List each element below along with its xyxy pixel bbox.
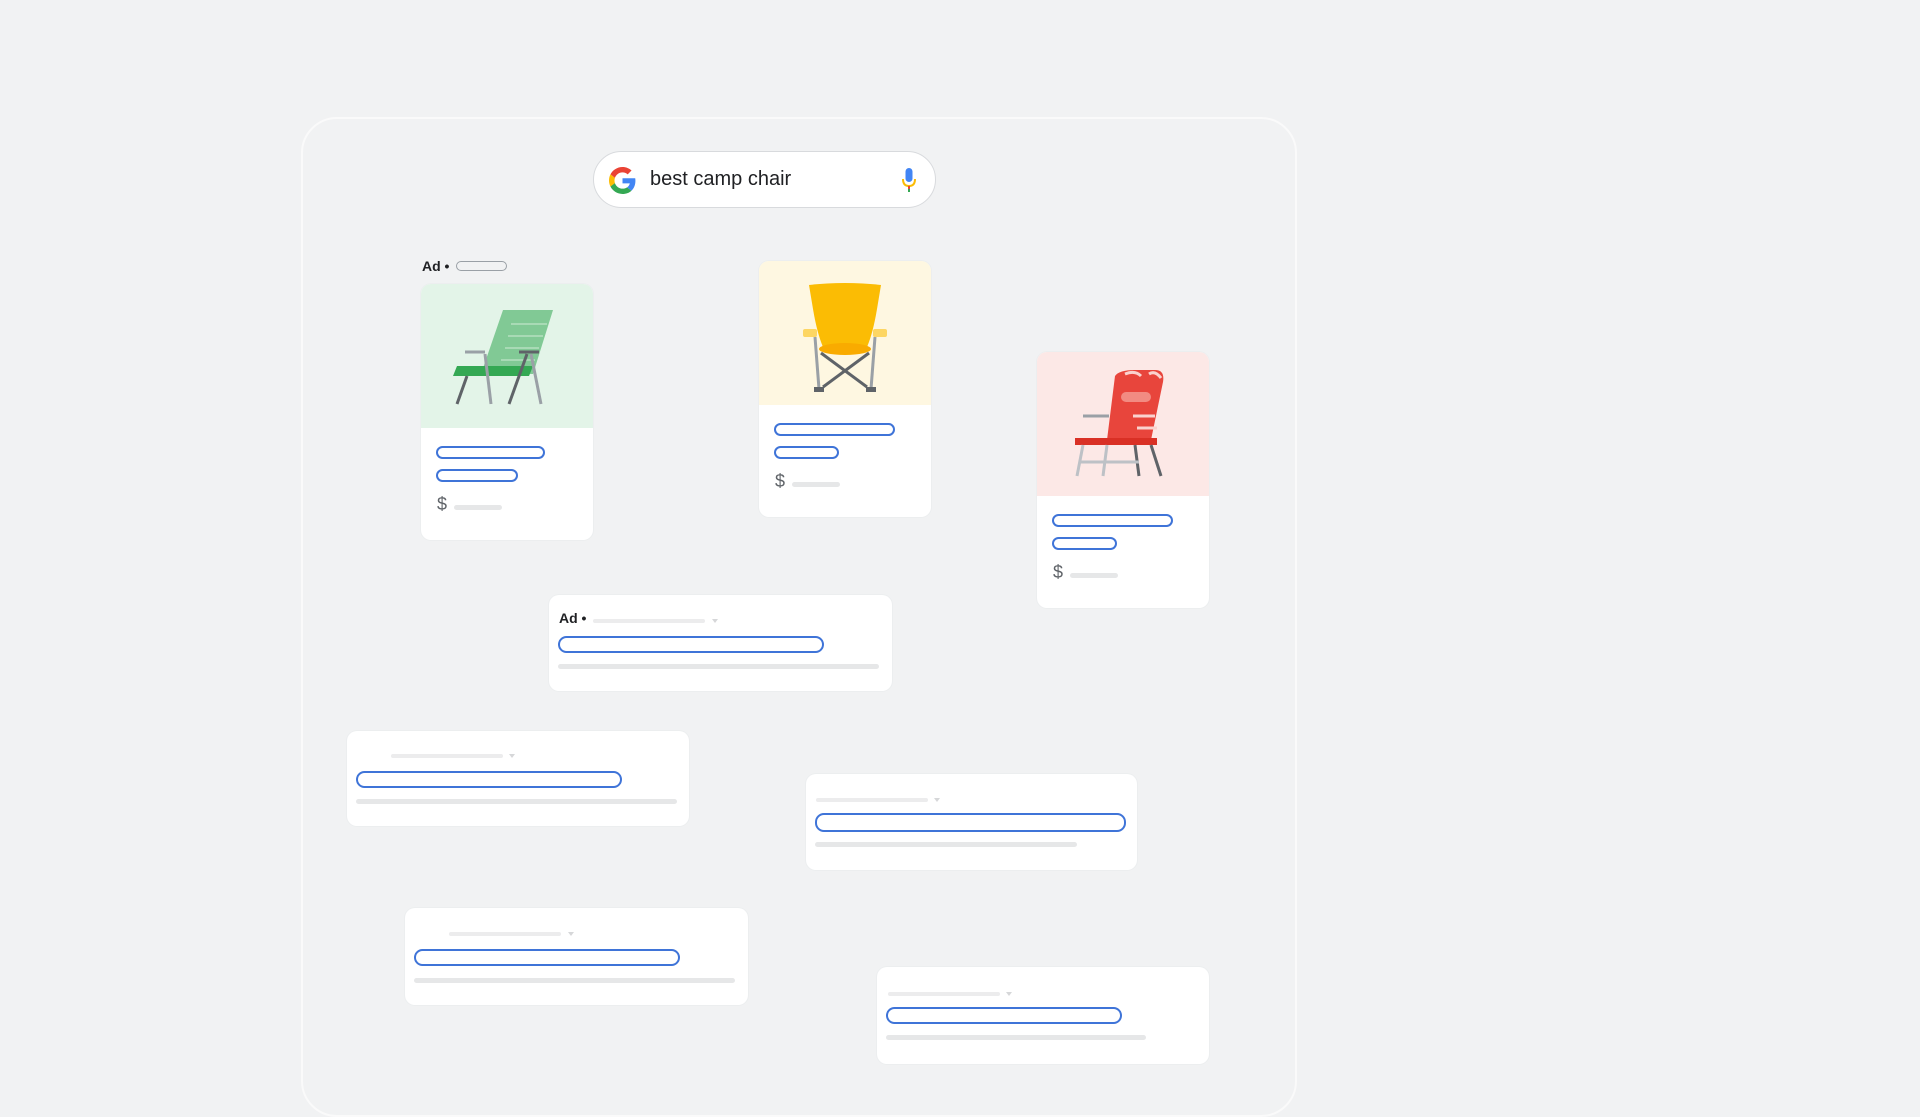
- product-card-yellow-chair[interactable]: $: [759, 261, 931, 517]
- ad-label: Ad •: [559, 610, 587, 626]
- result-snippet-placeholder: [815, 842, 1077, 847]
- price-placeholder: [1070, 573, 1118, 578]
- chevron-down-icon: [934, 798, 940, 802]
- price-symbol: $: [437, 494, 448, 514]
- product-card-green-chair[interactable]: $: [421, 284, 593, 540]
- product-card-red-chair[interactable]: $: [1037, 352, 1209, 608]
- result-url-placeholder: [449, 932, 561, 936]
- google-g-icon: [609, 167, 636, 194]
- ad-source-placeholder: [456, 261, 507, 271]
- red-beach-chair-icon: [1075, 370, 1164, 477]
- product-title-line-2[interactable]: [1052, 537, 1117, 550]
- green-lounge-chair-icon: [453, 310, 553, 405]
- search-bar[interactable]: best camp chair: [593, 151, 936, 208]
- organic-result[interactable]: [877, 967, 1209, 1064]
- product-title-line-2[interactable]: [436, 469, 518, 482]
- result-title-link[interactable]: [414, 949, 680, 966]
- result-snippet-placeholder: [414, 978, 735, 983]
- price-symbol: $: [1053, 562, 1064, 582]
- ad-label: Ad •: [422, 258, 450, 274]
- chevron-down-icon: [509, 754, 515, 758]
- product-image: [759, 261, 931, 405]
- product-title-line-1[interactable]: [774, 423, 895, 436]
- ad-title-link[interactable]: [558, 636, 824, 653]
- result-title-link[interactable]: [356, 771, 622, 788]
- organic-result[interactable]: [806, 774, 1137, 870]
- microphone-icon[interactable]: [901, 167, 917, 194]
- chevron-down-icon: [1006, 992, 1012, 996]
- result-url-placeholder: [816, 798, 928, 802]
- result-snippet-placeholder: [356, 799, 677, 804]
- result-url-placeholder: [391, 754, 503, 758]
- result-snippet-placeholder: [886, 1035, 1146, 1040]
- ad-description-placeholder: [558, 664, 879, 669]
- organic-result[interactable]: [405, 908, 748, 1005]
- chevron-down-icon: [568, 932, 574, 936]
- product-image: [1037, 352, 1209, 496]
- result-url-placeholder: [888, 992, 1000, 996]
- price-placeholder: [454, 505, 502, 510]
- yellow-folding-chair-icon: [803, 283, 887, 392]
- search-query[interactable]: best camp chair: [650, 168, 791, 191]
- product-title-line-1[interactable]: [1052, 514, 1173, 527]
- price-symbol: $: [775, 471, 786, 491]
- text-ad-result[interactable]: Ad •: [549, 595, 892, 691]
- product-title-line-1[interactable]: [436, 446, 545, 459]
- result-title-link[interactable]: [815, 813, 1126, 832]
- product-image: [421, 284, 593, 428]
- price-placeholder: [792, 482, 840, 487]
- organic-result[interactable]: [347, 731, 689, 826]
- product-title-line-2[interactable]: [774, 446, 839, 459]
- chevron-down-icon: [712, 619, 718, 623]
- result-title-link[interactable]: [886, 1007, 1122, 1024]
- ad-url-placeholder: [593, 619, 705, 623]
